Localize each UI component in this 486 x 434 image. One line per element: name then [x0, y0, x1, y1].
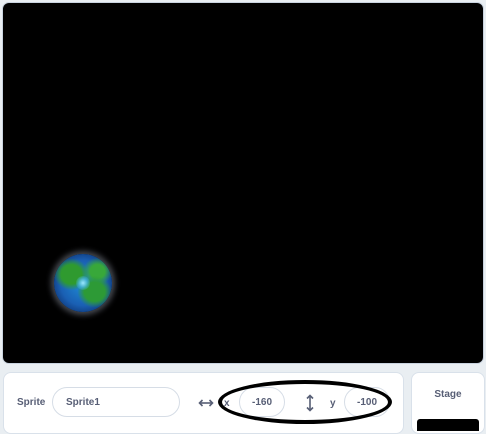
- y-position-value: -100: [356, 396, 377, 408]
- stage-selector-panel[interactable]: Stage: [411, 372, 485, 434]
- up-down-arrow-icon: [305, 394, 315, 414]
- x-label: x: [224, 398, 230, 409]
- stage-canvas[interactable]: [3, 3, 483, 363]
- sprite-earth[interactable]: [54, 254, 112, 312]
- stage-panel-title: Stage: [434, 389, 462, 400]
- sprite-name-field[interactable]: Sprite1: [52, 387, 180, 417]
- stage-thumbnail[interactable]: [417, 419, 479, 431]
- sprite-name-value: Sprite1: [66, 396, 100, 408]
- left-right-arrow-icon: [198, 396, 214, 410]
- y-position-field[interactable]: -100: [344, 387, 390, 417]
- x-position-field[interactable]: -160: [239, 387, 285, 417]
- sprite-label: Sprite: [17, 397, 46, 408]
- sprite-info-panel: Sprite Sprite1 x -160 y -100: [3, 372, 404, 434]
- sprite-glow: [76, 276, 90, 290]
- x-position-value: -160: [251, 396, 272, 408]
- y-label: y: [330, 398, 336, 409]
- stage-area: [0, 0, 486, 366]
